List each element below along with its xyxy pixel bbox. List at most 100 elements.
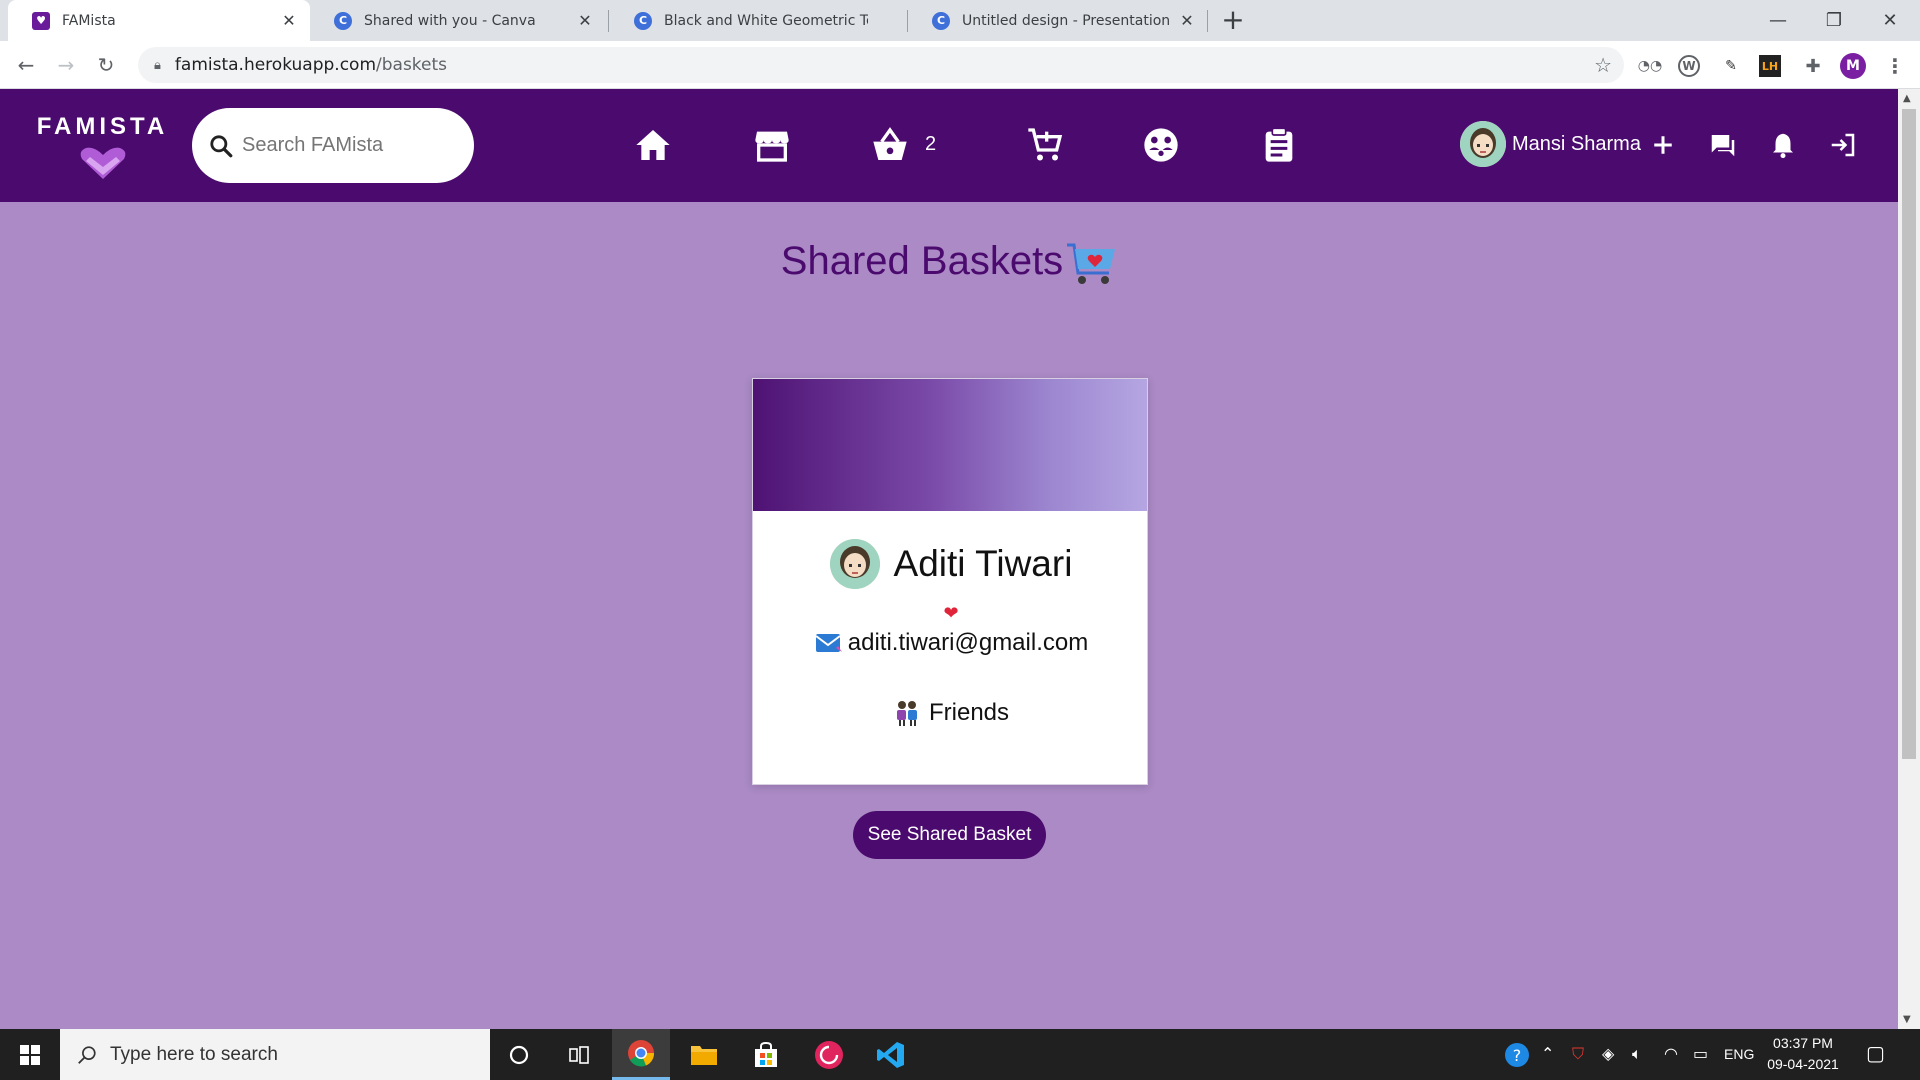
home-icon[interactable] xyxy=(629,121,677,169)
search-icon xyxy=(78,1045,96,1064)
tab-separator xyxy=(1207,10,1208,32)
wifi-icon[interactable]: ◠ xyxy=(1664,1044,1678,1063)
page-title: Shared Baskets xyxy=(0,239,1898,287)
url-text: famista.herokuapp.com/baskets xyxy=(174,55,448,75)
show-hidden-icons-chevron-icon[interactable]: ⌃ xyxy=(1541,1044,1554,1063)
file-explorer-icon[interactable] xyxy=(675,1029,733,1080)
canva-favicon-icon: C xyxy=(334,11,352,30)
relation-row: Friends xyxy=(753,699,1149,727)
chat-icon[interactable] xyxy=(1705,127,1741,163)
eyedropper-extension-icon[interactable]: ✎ xyxy=(1718,53,1744,79)
store-icon[interactable] xyxy=(748,121,796,169)
language-indicator[interactable]: ENG xyxy=(1724,1046,1754,1062)
canva-favicon-icon: C xyxy=(932,11,950,30)
scroll-down-arrow-icon[interactable]: ▼ xyxy=(1903,1014,1911,1025)
cortana-icon[interactable] xyxy=(490,1029,548,1080)
basket-count-badge: 2 xyxy=(925,133,937,155)
add-to-cart-icon[interactable] xyxy=(1021,121,1069,169)
clock-time: 03:37 PM xyxy=(1773,1035,1833,1051)
owner-name: Aditi Tiwari xyxy=(893,543,1073,584)
clock-date: 09-04-2021 xyxy=(1767,1056,1839,1072)
glasses-extension-icon[interactable]: ◔◔ xyxy=(1637,53,1663,79)
owner-email: aditi.tiwari@gmail.com xyxy=(847,629,1089,656)
browser-tab-canva-untitled[interactable]: C Untitled design - Presentation (1( ✕ xyxy=(908,0,1208,41)
lighthouse-extension-icon[interactable]: LH xyxy=(1759,55,1781,77)
user-name: Mansi Sharma xyxy=(1512,132,1641,155)
heart-icon: ❤ xyxy=(943,603,959,624)
minimize-button[interactable]: — xyxy=(1750,0,1806,41)
close-icon[interactable]: ✕ xyxy=(576,11,594,30)
close-icon[interactable]: ✕ xyxy=(1178,11,1196,30)
search-placeholder: Search FAMista xyxy=(242,134,384,156)
couple-icon xyxy=(896,701,917,726)
lock-icon: 🔒︎ xyxy=(154,57,161,73)
see-shared-basket-button[interactable]: See Shared Basket xyxy=(853,811,1046,859)
volume-icon[interactable]: 🔈︎ xyxy=(1632,1044,1642,1064)
help-icon[interactable]: ? xyxy=(1503,1041,1531,1073)
chrome-taskbar-icon[interactable] xyxy=(612,1029,670,1080)
battery-icon[interactable]: ▭ xyxy=(1693,1044,1708,1063)
search-icon xyxy=(210,134,233,157)
family-group-icon[interactable] xyxy=(1137,121,1185,169)
clipboard-list-icon[interactable] xyxy=(1255,121,1303,169)
app-page: FAMISTA Search FAMista 2 Mansi Sharma Sh… xyxy=(0,89,1898,1029)
scrollbar-thumb[interactable] xyxy=(1902,109,1916,759)
mcafee-shield-icon[interactable]: ⛉ xyxy=(1572,1044,1584,1064)
famista-favicon-icon: ♥ xyxy=(32,11,50,30)
envelope-icon xyxy=(815,634,842,652)
browser-toolbar: ← → ↻ 🔒︎ famista.herokuapp.com/baskets ☆… xyxy=(0,41,1920,89)
user-avatar xyxy=(1460,121,1506,167)
new-tab-button[interactable]: + xyxy=(1218,6,1248,36)
card-owner-row: Aditi Tiwari xyxy=(753,539,1149,589)
profile-avatar[interactable]: M xyxy=(1840,53,1866,79)
windows-start-icon[interactable] xyxy=(10,1041,50,1069)
browser-tab-canva-shared[interactable]: C Shared with you - Canva ✕ xyxy=(310,0,606,41)
forward-arrow-icon[interactable]: → xyxy=(50,49,82,81)
basket-icon[interactable] xyxy=(866,121,914,169)
back-arrow-icon[interactable]: ← xyxy=(10,49,42,81)
owner-email-row: aditi.tiwari@gmail.com xyxy=(753,629,1149,657)
windows-taskbar: Type here to search ? ⌃ ⛉ ◈ 🔈︎ ◠ ▭ ENG 0… xyxy=(0,1029,1920,1080)
taskbar-search-input[interactable]: Type here to search xyxy=(60,1029,490,1080)
vscode-icon[interactable] xyxy=(862,1029,920,1080)
restore-button[interactable]: ❐ xyxy=(1806,0,1862,41)
extensions-puzzle-icon[interactable]: ✚ xyxy=(1800,53,1826,79)
shared-basket-card: Aditi Tiwari ❤ aditi.tiwari@gmail.com Fr… xyxy=(752,378,1148,785)
canva-favicon-icon: C xyxy=(634,11,652,30)
logout-icon[interactable] xyxy=(1825,127,1861,163)
tab-title: Shared with you - Canva xyxy=(364,12,536,29)
browser-tab-canva-geometric[interactable]: C Black and White Geometric Techn ✕ xyxy=(610,0,906,41)
scroll-up-arrow-icon[interactable]: ▲ xyxy=(1903,93,1911,104)
heart-handshake-icon xyxy=(80,147,125,179)
browser-tab-famista[interactable]: ♥ FAMista ✕ xyxy=(8,0,310,41)
window-close-button[interactable]: ✕ xyxy=(1862,0,1918,41)
tab-separator xyxy=(608,10,609,32)
notification-bell-icon[interactable] xyxy=(1765,127,1801,163)
bookmark-star-icon[interactable]: ☆ xyxy=(1594,53,1612,77)
shopping-cart-heart-icon xyxy=(1067,243,1116,285)
user-profile[interactable]: Mansi Sharma xyxy=(1460,121,1641,167)
address-bar[interactable]: 🔒︎ famista.herokuapp.com/baskets ☆ xyxy=(138,47,1624,83)
microsoft-store-icon[interactable] xyxy=(737,1029,795,1080)
reload-icon[interactable]: ↻ xyxy=(90,49,122,81)
wordpress-extension-icon[interactable]: W xyxy=(1678,55,1700,77)
taskbar-search-placeholder: Type here to search xyxy=(110,1043,278,1065)
app-swirl-icon[interactable] xyxy=(800,1029,858,1080)
task-view-icon[interactable] xyxy=(550,1029,608,1080)
add-icon[interactable] xyxy=(1645,127,1681,163)
dropbox-icon[interactable]: ◈ xyxy=(1602,1044,1614,1063)
notifications-icon[interactable]: ▢ xyxy=(1866,1041,1885,1065)
search-input[interactable]: Search FAMista xyxy=(192,108,474,183)
browser-tabstrip: ♥ FAMista ✕ C Shared with you - Canva ✕ … xyxy=(0,0,1920,41)
famista-logo[interactable]: FAMISTA xyxy=(30,113,175,185)
tab-title: Black and White Geometric Techn xyxy=(664,12,868,29)
relation-label: Friends xyxy=(928,699,1010,726)
logo-text: FAMISTA xyxy=(36,113,169,140)
card-banner xyxy=(753,379,1147,511)
tab-title: FAMista xyxy=(62,12,116,29)
browser-menu-icon[interactable]: ⋮ xyxy=(1882,53,1908,79)
svg-text:?: ? xyxy=(1513,1046,1522,1065)
page-scrollbar[interactable]: ▲ ▼ xyxy=(1898,89,1920,1029)
close-icon[interactable]: ✕ xyxy=(280,11,298,30)
system-clock[interactable]: 03:37 PM 09-04-2021 xyxy=(1758,1033,1848,1075)
